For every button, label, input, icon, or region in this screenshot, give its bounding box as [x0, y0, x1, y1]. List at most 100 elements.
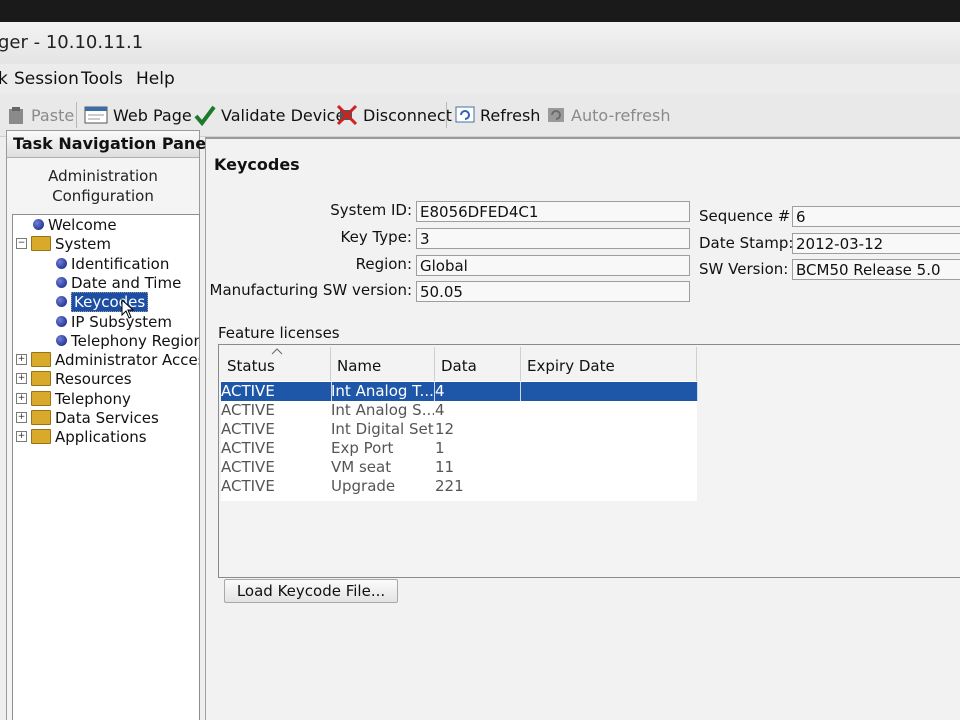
tree-item-label: Administrator Access: [55, 350, 200, 369]
column-header-expiry-date[interactable]: Expiry Date: [521, 347, 697, 381]
mfg-sw-version-label: Manufacturing SW version:: [209, 281, 413, 299]
web-page-icon: [84, 106, 108, 124]
column-header-status[interactable]: Status: [221, 347, 331, 381]
sw-version-field[interactable]: BCM50 Release 5.0: [792, 259, 960, 280]
tab-administration[interactable]: Administration: [7, 167, 199, 187]
menu-item-help[interactable]: Help: [136, 69, 175, 89]
auto-refresh-icon: [548, 108, 564, 122]
tree-item-label: Date and Time: [71, 273, 182, 292]
date-stamp-field[interactable]: 2012-03-12: [792, 233, 960, 254]
refresh-label: Refresh: [480, 105, 541, 125]
expand-icon[interactable]: +: [16, 431, 27, 442]
sequence-field[interactable]: 6: [792, 206, 960, 227]
region-label: Region:: [355, 255, 412, 273]
name-cell: Exp Port: [331, 439, 394, 457]
tree-item-system[interactable]: − System: [16, 234, 111, 253]
expiry-cell: [521, 458, 697, 477]
tree-item-date-and-time[interactable]: Date and Time: [56, 273, 181, 292]
mfg-sw-version-field[interactable]: 50.05: [416, 281, 690, 302]
name-cell: Int Digital Sets: [331, 420, 434, 438]
node-bullet-icon: [56, 258, 67, 269]
expand-icon[interactable]: +: [16, 354, 27, 365]
auto-refresh-label: Auto-refresh: [571, 105, 671, 125]
date-stamp-label: Date Stamp:: [699, 234, 794, 252]
column-header-data[interactable]: Data: [435, 347, 521, 381]
collapse-icon[interactable]: −: [16, 238, 27, 249]
column-header-name[interactable]: Name: [331, 347, 435, 381]
expand-icon[interactable]: +: [16, 393, 27, 404]
folder-icon: [31, 236, 51, 251]
paste-button[interactable]: Paste: [6, 102, 74, 128]
node-bullet-icon: [56, 277, 67, 288]
refresh-icon: [455, 106, 475, 123]
tree-item-label: Data Services: [55, 408, 159, 427]
sequence-label: Sequence #:: [699, 207, 796, 225]
tree-item-label: Telephony: [55, 389, 131, 408]
node-bullet-icon: [56, 335, 67, 346]
expand-icon[interactable]: +: [16, 373, 27, 384]
folder-icon: [31, 391, 51, 406]
menu-bar: k Session Tools Help: [0, 64, 960, 94]
tree-item-administrator-access[interactable]: + Administrator Access: [16, 350, 200, 369]
table-row[interactable]: ACTIVE Int Analog T... 4: [221, 382, 698, 401]
auto-refresh-button[interactable]: Auto-refresh: [546, 102, 670, 128]
application-window: ger - 10.10.11.1 k Session Tools Help Pa…: [0, 22, 960, 720]
column-header-label: Status: [227, 357, 275, 375]
name-cell: Int Analog S...: [331, 401, 434, 419]
menu-item-file[interactable]: k: [0, 69, 8, 89]
data-cell: 1: [435, 439, 445, 457]
tree-item-label: Resources: [55, 369, 132, 388]
expiry-cell: [521, 382, 698, 401]
validate-device-button[interactable]: Validate Device: [194, 102, 345, 128]
tree-item-identification[interactable]: Identification: [56, 254, 169, 273]
table-row[interactable]: ACTIVE Int Analog S... 4: [221, 401, 697, 420]
tree-item-telephony-region[interactable]: Telephony Region: [56, 331, 200, 350]
name-cell: VM seat: [331, 458, 392, 476]
tab-configuration[interactable]: Configuration: [7, 187, 199, 207]
table-row[interactable]: ACTIVE Upgrade 221: [221, 477, 697, 496]
table-row[interactable]: ACTIVE Exp Port 1: [221, 439, 697, 458]
tree-item-welcome[interactable]: Welcome: [33, 215, 117, 234]
feature-licenses-box: Status Name Data Expiry Date ACTIVE Int …: [218, 344, 960, 578]
web-page-button[interactable]: Web Page: [84, 102, 192, 128]
status-cell: ACTIVE: [221, 439, 275, 457]
system-id-label: System ID:: [330, 201, 412, 219]
system-id-field[interactable]: E8056DFED4C1: [416, 201, 690, 222]
node-bullet-icon: [33, 219, 44, 230]
name-cell: Int Analog T...: [331, 382, 435, 401]
tree-item-applications[interactable]: + Applications: [16, 427, 147, 446]
menu-item-session[interactable]: Session: [14, 69, 79, 89]
status-cell: ACTIVE: [221, 382, 332, 401]
expiry-cell: [521, 401, 697, 420]
node-bullet-icon: [56, 316, 67, 327]
region-field[interactable]: Global: [416, 255, 690, 276]
key-type-field[interactable]: 3: [416, 228, 690, 249]
task-navigation-panel: Task Navigation Panel Administration Con…: [6, 130, 212, 720]
table-row[interactable]: ACTIVE VM seat 11: [221, 458, 697, 477]
tree-item-label: Telephony Region: [71, 331, 200, 350]
tree-item-ip-subsystem[interactable]: IP Subsystem: [56, 312, 172, 331]
feature-licenses-table: Status Name Data Expiry Date ACTIVE Int …: [221, 347, 698, 501]
data-cell: 11: [435, 458, 455, 476]
expiry-cell: [521, 477, 697, 496]
refresh-button[interactable]: Refresh: [455, 102, 540, 128]
tree-item-resources[interactable]: + Resources: [16, 369, 132, 388]
tree-item-telephony[interactable]: + Telephony: [16, 389, 131, 408]
section-title: Keycodes: [214, 155, 300, 174]
table-row[interactable]: ACTIVE Int Digital Sets 12: [221, 420, 697, 439]
expand-icon[interactable]: +: [16, 412, 27, 423]
disconnect-icon: [336, 104, 358, 126]
tree-item-data-services[interactable]: + Data Services: [16, 408, 159, 427]
data-cell: 221: [435, 477, 464, 495]
disconnect-button[interactable]: Disconnect: [336, 102, 452, 128]
name-cell: Upgrade: [331, 477, 396, 495]
status-cell: ACTIVE: [221, 401, 275, 419]
checkmark-icon: [194, 105, 216, 126]
expiry-cell: [521, 420, 697, 439]
menu-item-tools[interactable]: Tools: [81, 69, 123, 89]
toolbar-separator: [76, 102, 77, 128]
sw-version-label: SW Version:: [699, 260, 789, 278]
tree-item-label: Keycodes: [71, 291, 149, 312]
load-keycode-file-button[interactable]: Load Keycode File...: [224, 579, 398, 603]
tree-item-label: Applications: [55, 427, 147, 446]
